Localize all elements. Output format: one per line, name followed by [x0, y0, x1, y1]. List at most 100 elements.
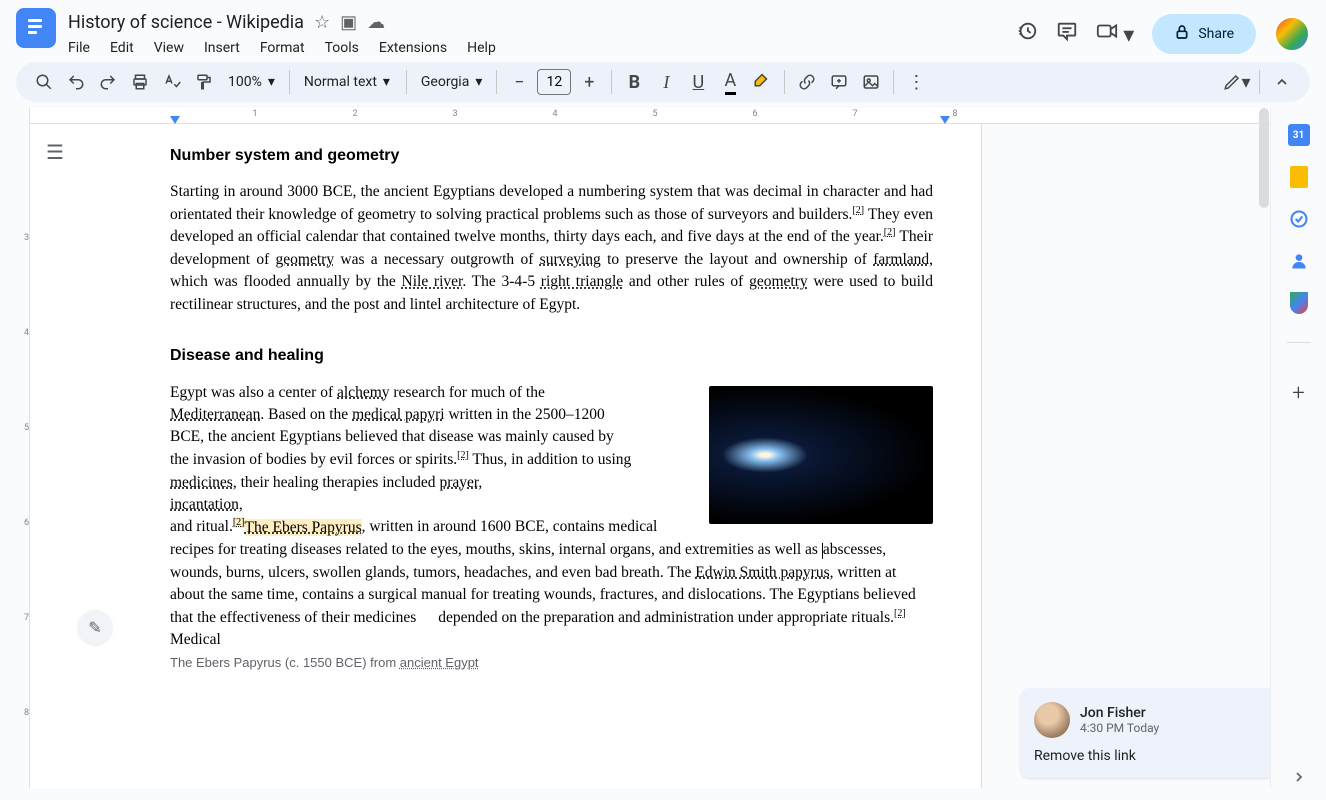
search-icon[interactable]	[30, 68, 58, 96]
wiki-link[interactable]: Mediterranean	[170, 406, 260, 423]
docs-logo-icon[interactable]	[16, 8, 56, 48]
insert-link-icon[interactable]	[793, 68, 821, 96]
font-family-dropdown[interactable]: Georgia ▾	[415, 74, 488, 90]
collapse-toolbar-button[interactable]	[1268, 68, 1296, 96]
wiki-link[interactable]: Nile river	[402, 273, 463, 290]
ruler-tick: 7	[24, 613, 29, 623]
ruler-tick: 4	[24, 328, 29, 338]
redo-icon[interactable]	[94, 68, 122, 96]
wiki-link[interactable]: farmland	[873, 251, 929, 268]
wiki-link[interactable]: incantation	[170, 496, 239, 513]
footnote-link[interactable]: [2]	[852, 205, 864, 216]
highlight-color-button[interactable]	[748, 68, 776, 96]
wiki-link[interactable]: ancient Egypt	[400, 655, 479, 670]
scrollbar-thumb[interactable]	[1259, 108, 1269, 208]
menu-tools[interactable]: Tools	[325, 40, 359, 56]
undo-icon[interactable]	[62, 68, 90, 96]
wiki-link[interactable]: surveying	[540, 251, 601, 268]
paragraph: Starting in around 3000 BCE, the ancient…	[170, 181, 933, 316]
outline-toggle-icon[interactable]: ☰	[46, 140, 64, 164]
insert-image-icon[interactable]	[857, 68, 885, 96]
meet-icon[interactable]: ▾	[1096, 20, 1135, 48]
font-size-input[interactable]: 12	[537, 69, 571, 95]
right-margin-marker[interactable]	[940, 116, 950, 124]
contacts-icon[interactable]	[1288, 250, 1310, 272]
calendar-icon[interactable]: 31	[1288, 124, 1310, 146]
ruler-tick: 8	[24, 708, 29, 718]
star-icon[interactable]: ☆	[314, 12, 330, 33]
share-button[interactable]: Share	[1152, 14, 1256, 54]
font-size-minus-button[interactable]: −	[505, 68, 533, 96]
hide-side-panel-icon[interactable]	[1288, 766, 1310, 788]
wiki-link[interactable]: right triangle	[541, 273, 623, 290]
wiki-link[interactable]: alchemy	[337, 384, 390, 401]
paragraph-style-dropdown[interactable]: Normal text ▾	[298, 74, 398, 90]
menu-view[interactable]: View	[154, 40, 184, 56]
wiki-link[interactable]: geometry	[276, 251, 335, 268]
get-addons-icon[interactable]: +	[1288, 382, 1310, 404]
lock-icon	[1174, 24, 1190, 44]
ruler-tick: 8	[952, 109, 957, 119]
paint-format-icon[interactable]	[190, 68, 218, 96]
menu-help[interactable]: Help	[467, 40, 496, 56]
comment-author: Jon Fisher	[1080, 705, 1159, 721]
font-value: Georgia	[421, 74, 469, 90]
bold-button[interactable]: B	[620, 68, 648, 96]
keep-icon[interactable]	[1288, 166, 1310, 188]
font-size-plus-button[interactable]: +	[575, 68, 603, 96]
menu-extensions[interactable]: Extensions	[379, 40, 447, 56]
menu-bar: File Edit View Insert Format Tools Exten…	[68, 36, 1004, 62]
wiki-link[interactable]: geometry	[749, 273, 808, 290]
wiki-link[interactable]: medical papyri	[352, 406, 445, 423]
left-margin-marker[interactable]	[170, 116, 180, 124]
footnote-link[interactable]: [2]	[894, 608, 906, 619]
footnote-link[interactable]: [2]	[884, 227, 896, 238]
footnote-link[interactable]: [2]	[457, 450, 469, 461]
ruler-tick: 4	[552, 109, 557, 119]
embedded-image[interactable]	[709, 386, 933, 524]
comments-icon[interactable]	[1056, 20, 1078, 48]
menu-format[interactable]: Format	[260, 40, 305, 56]
menu-insert[interactable]: Insert	[204, 40, 240, 56]
cloud-status-icon[interactable]: ☁	[367, 12, 385, 33]
menu-edit[interactable]: Edit	[110, 40, 134, 56]
zoom-value: 100%	[228, 74, 262, 90]
menu-file[interactable]: File	[68, 40, 90, 56]
underline-button[interactable]: U	[684, 68, 712, 96]
ruler-tick: 5	[652, 109, 657, 119]
comment-timestamp: 4:30 PM Today	[1080, 721, 1159, 735]
title-bar: History of science - Wikipedia ☆ ▣ ☁ Fil…	[0, 0, 1326, 62]
document-scroll-area[interactable]: 1 2 3 4 5 6 7 8 Number system and geomet…	[30, 108, 1270, 788]
account-avatar[interactable]	[1274, 16, 1310, 52]
editing-mode-button[interactable]: ▾	[1223, 68, 1251, 96]
comment-card[interactable]: Jon Fisher 4:30 PM Today Remove this lin…	[1020, 688, 1270, 778]
vertical-ruler: 3 4 5 6 7 8	[16, 108, 30, 788]
toolbar: 100% ▾ Normal text ▾ Georgia ▾ − 12 + B …	[16, 62, 1310, 102]
ruler-tick: 1	[252, 109, 257, 119]
add-comment-icon[interactable]	[825, 68, 853, 96]
history-icon[interactable]	[1016, 20, 1038, 48]
chevron-down-icon: ▾	[475, 74, 482, 90]
ruler-tick: 5	[24, 423, 29, 433]
wiki-link[interactable]: Edwin Smith papyrus	[695, 564, 829, 581]
maps-icon[interactable]	[1288, 292, 1310, 314]
ruler-tick: 6	[752, 109, 757, 119]
italic-button[interactable]: I	[652, 68, 680, 96]
wiki-link[interactable]: medicines	[170, 474, 233, 491]
document-page[interactable]: Number system and geometry Starting in a…	[30, 124, 982, 788]
spellcheck-icon[interactable]	[158, 68, 186, 96]
print-icon[interactable]	[126, 68, 154, 96]
explore-icon[interactable]: ✎	[78, 610, 112, 644]
move-icon[interactable]: ▣	[340, 12, 357, 33]
comment-text: Remove this link	[1034, 748, 1262, 764]
commenter-avatar	[1034, 702, 1070, 738]
tasks-icon[interactable]	[1288, 208, 1310, 230]
wiki-link-highlighted[interactable]: Ebers Papyrus	[273, 519, 362, 536]
footnote-link[interactable]: [2]	[233, 517, 245, 528]
chevron-down-icon: ▾	[383, 74, 390, 90]
text-color-button[interactable]: A	[716, 68, 744, 96]
more-icon[interactable]: ⋮	[902, 68, 930, 96]
document-title[interactable]: History of science - Wikipedia	[68, 12, 304, 33]
wiki-link[interactable]: prayer	[439, 474, 478, 491]
zoom-dropdown[interactable]: 100% ▾	[222, 74, 281, 90]
